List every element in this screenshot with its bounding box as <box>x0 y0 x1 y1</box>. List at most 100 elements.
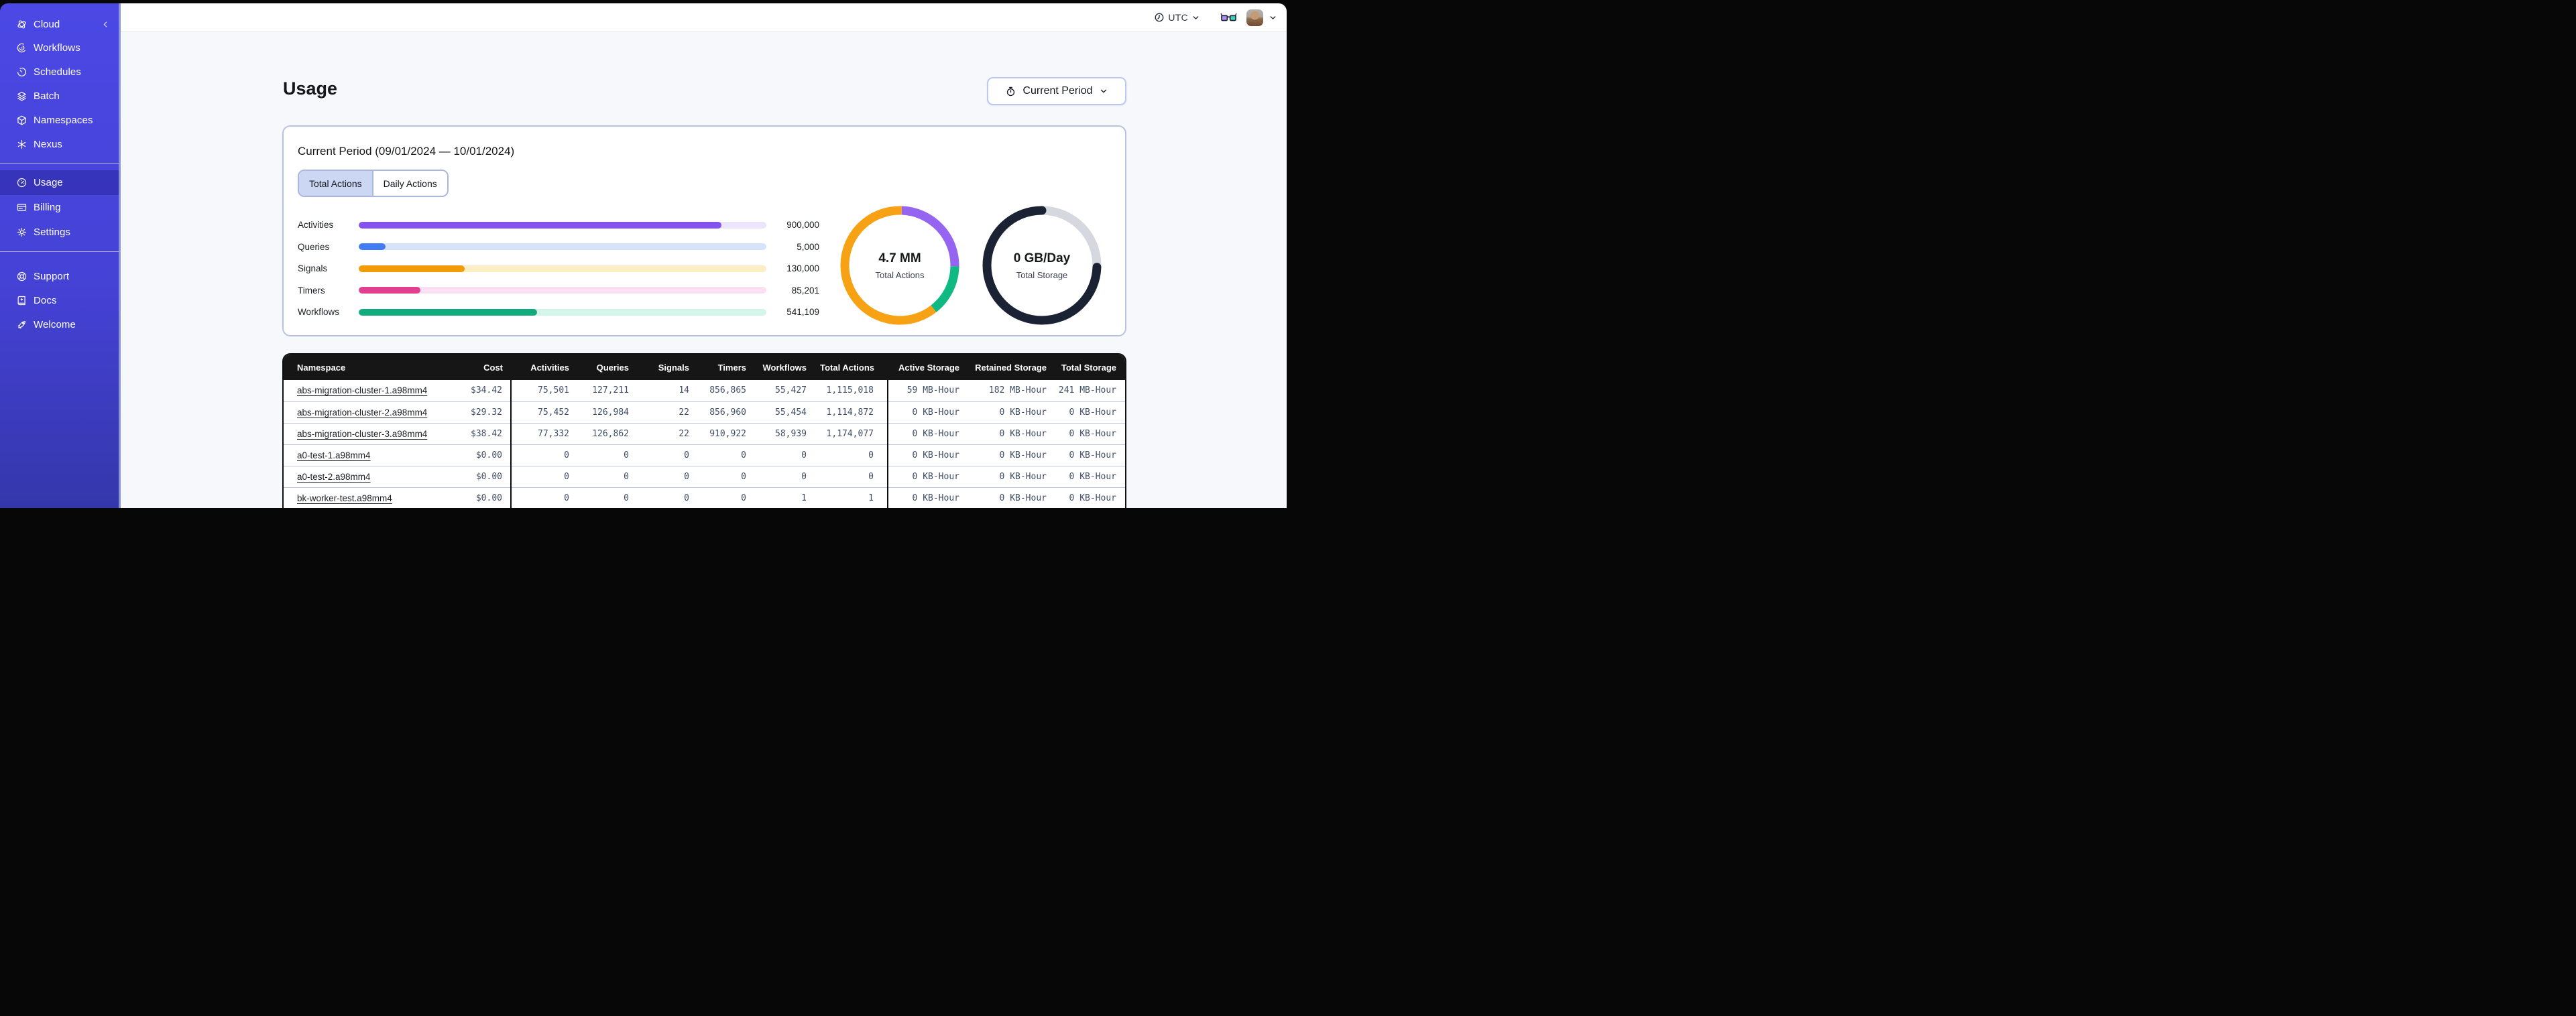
sidebar-item-label: Billing <box>34 202 61 213</box>
bar-value: 5,000 <box>797 241 819 252</box>
tab-daily-actions[interactable]: Daily Actions <box>373 171 447 196</box>
sidebar-item-support[interactable]: Support <box>0 264 121 288</box>
table-cell: 0 KB-Hour <box>968 487 1055 508</box>
table-cell: 0 <box>637 465 697 487</box>
sidebar-nav-footer: Support Docs Welcome <box>0 264 121 336</box>
bar-fill <box>359 221 722 229</box>
bar-row-signals: Signals 130,000 <box>298 261 819 275</box>
table-cell: 0 <box>754 444 815 466</box>
sidebar-item-label: Batch <box>34 90 60 102</box>
bar-value: 130,000 <box>786 263 819 273</box>
tab-total-actions[interactable]: Total Actions <box>299 171 373 196</box>
sidebar-item-namespaces[interactable]: Namespaces <box>0 108 121 132</box>
sidebar-item-billing[interactable]: Billing <box>0 195 121 220</box>
sidebar-item-nexus[interactable]: Nexus <box>0 132 121 156</box>
page-title: Usage <box>283 78 338 99</box>
namespace-link[interactable]: a0-test-2.a98mm4 <box>297 472 371 482</box>
column-header-queries: Queries <box>577 355 637 380</box>
table-row: abs-migration-cluster-2.a98mm4 $29.32 75,4… <box>284 401 1125 423</box>
namespace-link[interactable]: a0-test-1.a98mm4 <box>297 450 371 460</box>
column-header-timers: Timers <box>697 355 754 380</box>
table-cell: 1,174,077 <box>815 422 888 444</box>
welcome-rocket-icon <box>16 319 27 330</box>
namespace-usage-table: Namespace Cost Activities Queries Signals Tim… <box>282 353 1126 508</box>
settings-gear-icon <box>16 227 27 238</box>
table-cell: 75,452 <box>510 401 577 423</box>
column-header-retained-storage: Retained Storage <box>968 355 1055 380</box>
table-cell: 1 <box>754 487 815 508</box>
avatar[interactable] <box>1246 9 1263 26</box>
table-cell: $0.00 <box>442 487 511 508</box>
table-cell: 0 <box>697 444 754 466</box>
total-actions-donut: 4.7 MM Total Actions <box>836 202 963 329</box>
namespace-link[interactable]: abs-migration-cluster-2.a98mm4 <box>297 407 427 418</box>
table-cell: 1 <box>815 487 888 508</box>
table-cell: 182 MB-Hour <box>968 380 1055 401</box>
namespace-link[interactable]: bk-worker-test.a98mm4 <box>297 493 392 503</box>
table-row: bk-worker-test.a98mm4 $0.00 0 0 0 0 1 1 0 KB-Hou… <box>284 487 1125 508</box>
table-cell: 0 KB-Hour <box>887 401 968 423</box>
table-cell: 0 <box>697 487 754 508</box>
table-cell: 0 KB-Hour <box>968 465 1055 487</box>
sidebar-item-label: Settings <box>34 227 70 238</box>
sidebar-item-batch[interactable]: Batch <box>0 84 121 108</box>
table-cell: 0 <box>637 487 697 508</box>
chevron-down-icon <box>1099 86 1108 96</box>
period-selector-button[interactable]: Current Period <box>987 77 1126 105</box>
namespaces-cube-icon <box>16 115 27 126</box>
actions-bar-chart: Activities 900,000 Queries 5,000 Signals 130,… <box>298 218 819 327</box>
sidebar-nav-account: Usage Billing Settings <box>0 170 121 245</box>
app-window: Cloud Workflows Schedules Batch Namespac… <box>0 3 1287 508</box>
table-cell: 0 <box>697 465 754 487</box>
docs-book-icon <box>16 295 27 306</box>
sidebar-nav-main: Workflows Schedules Batch Namespaces Nex… <box>0 36 121 156</box>
bar-fill <box>359 243 386 250</box>
table-cell: 856,865 <box>697 380 754 401</box>
user-menu[interactable] <box>1246 9 1277 26</box>
table-cell: 126,984 <box>577 401 637 423</box>
namespace-link[interactable]: abs-migration-cluster-1.a98mm4 <box>297 385 427 395</box>
support-lifebuoy-icon <box>16 271 27 282</box>
sidebar-item-welcome[interactable]: Welcome <box>0 312 121 336</box>
table-cell: 856,960 <box>697 401 754 423</box>
feedback-glasses-icon[interactable] <box>1220 13 1237 23</box>
sidebar-divider <box>0 163 121 164</box>
sidebar-item-schedules[interactable]: Schedules <box>0 60 121 84</box>
sidebar-collapse-button[interactable] <box>99 18 111 30</box>
table-row: abs-migration-cluster-3.a98mm4 $38.42 77,3… <box>284 422 1125 444</box>
table-cell: 22 <box>637 401 697 423</box>
total-storage-label: Total Storage <box>1016 269 1068 280</box>
bar-track <box>359 308 766 316</box>
table-cell: 77,332 <box>510 422 577 444</box>
bar-track <box>359 287 766 294</box>
sidebar-item-label: Workflows <box>34 42 80 54</box>
table-cell: 127,211 <box>577 380 637 401</box>
column-header-cost: Cost <box>442 355 511 380</box>
sidebar-item-settings[interactable]: Settings <box>0 220 121 245</box>
table-cell: 0 KB-Hour <box>1055 465 1125 487</box>
nexus-asterisk-icon <box>16 139 27 150</box>
table-cell: 58,939 <box>754 422 815 444</box>
table-cell: 241 MB-Hour <box>1055 380 1125 401</box>
timezone-label: UTC <box>1168 12 1188 23</box>
sidebar-item-workflows[interactable]: Workflows <box>0 36 121 60</box>
bar-track <box>359 265 766 272</box>
sidebar-item-label: Usage <box>34 177 63 188</box>
table-cell: 1,114,872 <box>815 401 888 423</box>
bar-fill <box>359 308 538 316</box>
table-cell: 910,922 <box>697 422 754 444</box>
table-cell: $38.42 <box>442 422 511 444</box>
bar-track <box>359 243 766 250</box>
sidebar-item-usage[interactable]: Usage <box>0 170 121 195</box>
sidebar-item-docs[interactable]: Docs <box>0 288 121 312</box>
table-cell: $0.00 <box>442 444 511 466</box>
table-cell: 0 KB-Hour <box>1055 444 1125 466</box>
namespace-link[interactable]: abs-migration-cluster-3.a98mm4 <box>297 429 427 439</box>
timezone-selector[interactable]: UTC <box>1154 12 1200 23</box>
table-cell: 22 <box>637 422 697 444</box>
sidebar-brand-row: Cloud <box>0 13 121 36</box>
bar-value: 85,201 <box>791 285 819 296</box>
column-header-total-actions: Total Actions <box>815 355 888 380</box>
table-row: a0-test-1.a98mm4 $0.00 0 0 0 0 0 0 0 KB-Hour 0 KB… <box>284 444 1125 466</box>
chevron-down-icon <box>1269 13 1277 22</box>
